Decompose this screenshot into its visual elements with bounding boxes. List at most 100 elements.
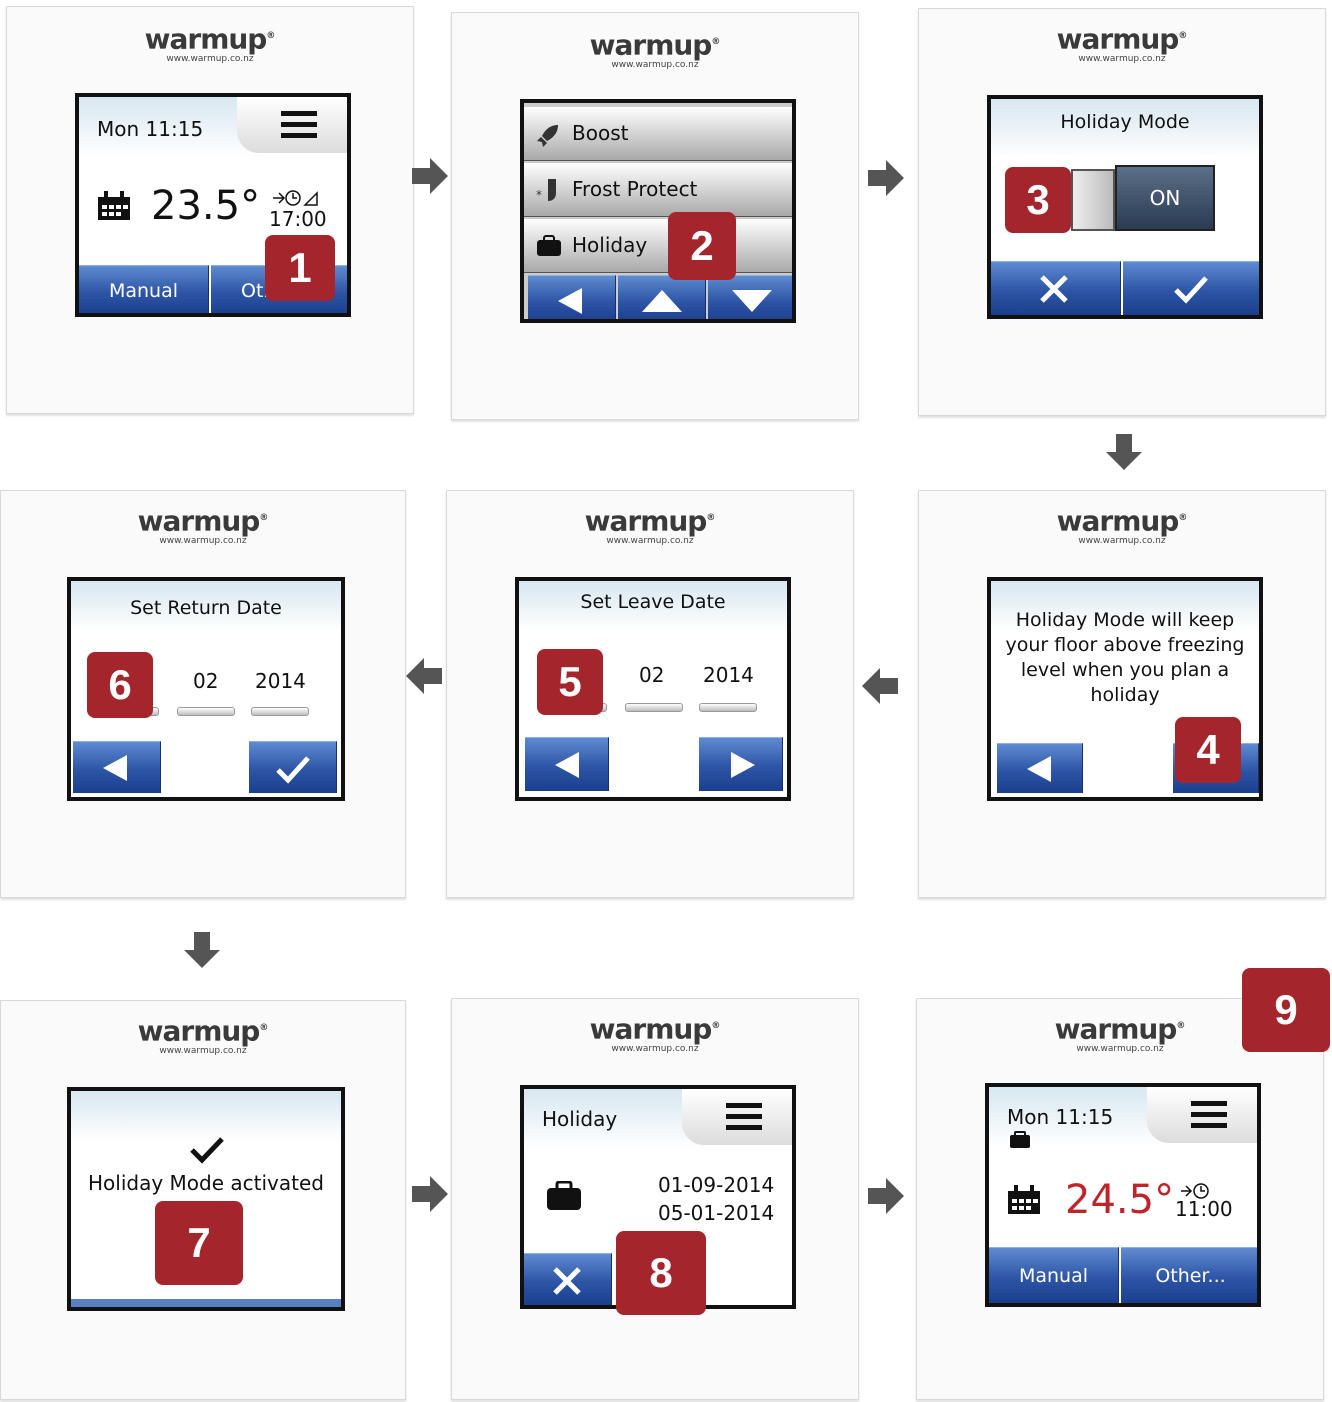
menu-tab[interactable] bbox=[682, 1089, 792, 1145]
warmup-logo: warmup® www.warmup.co.nz bbox=[137, 504, 269, 547]
flow-arrow-right bbox=[868, 1178, 904, 1214]
step-badge-9: 9 bbox=[1242, 968, 1330, 1052]
cross-icon bbox=[553, 1267, 581, 1295]
device-step-1: warmup® www.warmup.co.nz Mon 11:15 23.5°… bbox=[6, 6, 414, 414]
manual-button[interactable]: Manual bbox=[79, 265, 209, 313]
step-badge-6: 6 bbox=[87, 652, 153, 718]
warmup-logo: warmup® www.warmup.co.nz bbox=[144, 22, 276, 65]
flow-arrow-right bbox=[868, 160, 904, 196]
year-value: 2014 bbox=[255, 669, 306, 693]
month-value: 02 bbox=[193, 669, 219, 693]
flow-arrow-left bbox=[862, 668, 898, 704]
warmup-logo: warmup® www.warmup.co.nz bbox=[1056, 22, 1188, 65]
day-time: Mon 11:15 bbox=[1007, 1105, 1114, 1129]
return-date: 05-01-2014 bbox=[658, 1201, 775, 1225]
hamburger-menu-icon bbox=[1191, 1101, 1227, 1128]
flow-arrow-down bbox=[184, 932, 220, 968]
screen-title: Set Leave Date bbox=[580, 591, 726, 613]
year-value: 2014 bbox=[703, 663, 754, 687]
suitcase-icon bbox=[1010, 1131, 1030, 1148]
svg-text:*: * bbox=[536, 188, 542, 202]
step-badge-4: 4 bbox=[1175, 717, 1241, 783]
back-button[interactable] bbox=[73, 741, 161, 793]
hamburger-menu-icon bbox=[281, 111, 317, 138]
cross-icon bbox=[1040, 275, 1068, 303]
rocket-icon bbox=[537, 125, 558, 147]
warmup-logo: warmup® www.warmup.co.nz bbox=[1056, 504, 1188, 547]
checkmark-icon bbox=[276, 756, 310, 784]
temperature: 23.5° bbox=[151, 183, 261, 229]
menu-screen: Boost * Frost Protect Holiday bbox=[520, 99, 796, 323]
checkmark-icon bbox=[1174, 276, 1208, 304]
flow-arrow-right bbox=[412, 158, 448, 194]
temperature: 24.5° bbox=[1065, 1177, 1175, 1223]
calendar-icon bbox=[1008, 1185, 1040, 1214]
screen-title: Holiday Mode bbox=[1060, 111, 1190, 133]
flow-arrow-right bbox=[412, 1176, 448, 1212]
calendar-icon bbox=[98, 191, 130, 220]
year-field[interactable] bbox=[251, 707, 309, 716]
next-time: 17:00 bbox=[269, 207, 327, 231]
step-badge-3: 3 bbox=[1005, 167, 1071, 233]
suitcase-icon bbox=[537, 235, 561, 256]
device-step-6: warmup® www.warmup.co.nz Set Return Date… bbox=[0, 490, 406, 898]
step-badge-5: 5 bbox=[537, 649, 603, 715]
cancel-holiday-button[interactable] bbox=[524, 1253, 612, 1305]
menu-tab[interactable] bbox=[1147, 1087, 1257, 1143]
suitcase-icon bbox=[547, 1181, 581, 1210]
triangle-down-icon bbox=[732, 290, 772, 312]
warmup-logo: warmup® www.warmup.co.nz bbox=[584, 504, 716, 547]
back-button[interactable] bbox=[997, 743, 1083, 793]
leave-date: 01-09-2014 bbox=[658, 1173, 775, 1197]
month-value: 02 bbox=[639, 663, 665, 687]
device-step-3: warmup® www.warmup.co.nz Holiday Mode ON… bbox=[918, 8, 1326, 416]
menu-item-holiday[interactable]: Holiday bbox=[524, 219, 792, 273]
menu-item-boost[interactable]: Boost bbox=[524, 107, 792, 161]
device-step-8: warmup® www.warmup.co.nz Holiday 01-09-2… bbox=[451, 998, 859, 1400]
next-time: 11:00 bbox=[1175, 1197, 1233, 1221]
triangle-left-icon bbox=[1027, 756, 1051, 782]
scroll-up-button[interactable] bbox=[618, 275, 706, 319]
hamburger-menu-icon bbox=[726, 1103, 762, 1130]
device-step-9: warmup® www.warmup.co.nz Mon 11:15 24.5°… bbox=[916, 998, 1324, 1400]
next-button[interactable] bbox=[699, 737, 783, 791]
warmup-logo: warmup® www.warmup.co.nz bbox=[589, 1012, 721, 1055]
checkmark-icon bbox=[190, 1137, 224, 1164]
device-step-2: warmup® www.warmup.co.nz Boost * Frost P… bbox=[451, 12, 859, 420]
year-field[interactable] bbox=[699, 703, 757, 712]
triangle-left-icon bbox=[103, 755, 127, 781]
month-field[interactable] bbox=[625, 703, 683, 712]
triangle-up-icon bbox=[642, 290, 682, 312]
menu-item-frost-protect[interactable]: * Frost Protect bbox=[524, 163, 792, 217]
device-step-7: warmup® www.warmup.co.nz Holiday Mode ac… bbox=[0, 1000, 406, 1400]
triangle-left-icon bbox=[555, 752, 579, 778]
manual-button[interactable]: Manual bbox=[989, 1247, 1119, 1303]
frost-glove-icon: * bbox=[536, 179, 556, 202]
flow-arrow-down bbox=[1106, 434, 1142, 470]
scroll-down-button[interactable] bbox=[708, 275, 792, 319]
menu-tab[interactable] bbox=[237, 97, 347, 153]
back-button[interactable] bbox=[525, 737, 609, 791]
step-badge-1: 1 bbox=[265, 235, 335, 301]
warmup-logo: warmup® www.warmup.co.nz bbox=[589, 28, 721, 71]
other-button[interactable]: Other... bbox=[1121, 1247, 1257, 1303]
triangle-left-icon bbox=[558, 288, 582, 314]
day-time: Mon 11:15 bbox=[97, 117, 204, 141]
screen-title: Set Return Date bbox=[130, 597, 282, 619]
month-field[interactable] bbox=[177, 707, 235, 716]
triangle-right-icon bbox=[731, 752, 755, 778]
confirm-button[interactable] bbox=[249, 741, 337, 793]
flow-arrow-left bbox=[406, 658, 442, 694]
step-badge-8: 8 bbox=[616, 1231, 706, 1315]
device-step-4: warmup® www.warmup.co.nz Holiday Mode wi… bbox=[918, 490, 1326, 898]
toggle-track bbox=[1071, 169, 1115, 231]
back-button[interactable] bbox=[528, 275, 616, 319]
schedule-icon bbox=[273, 190, 318, 206]
mode-title: Holiday bbox=[542, 1107, 618, 1131]
device-step-5: warmup® www.warmup.co.nz Set Leave Date … bbox=[446, 490, 854, 898]
confirm-button[interactable] bbox=[1123, 261, 1259, 315]
cancel-button[interactable] bbox=[991, 261, 1121, 315]
holiday-toggle[interactable]: ON bbox=[1115, 165, 1215, 231]
status-message: Holiday Mode activated bbox=[88, 1171, 324, 1195]
warmup-logo: warmup® www.warmup.co.nz bbox=[137, 1014, 269, 1057]
